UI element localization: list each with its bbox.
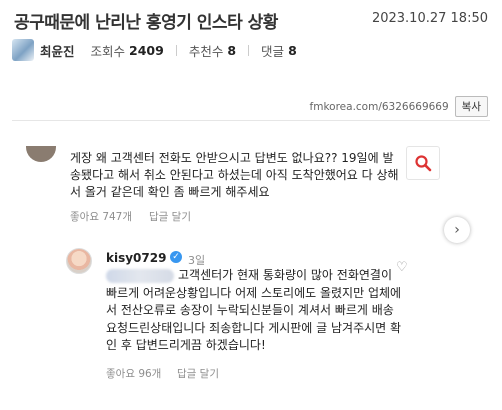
commenter-avatar [26,146,56,162]
verified-badge-icon: ✓ [170,251,182,263]
comment-reply-link: 답글 달기 [149,211,191,223]
reply-text: 고객센터가 현재 통화량이 많아 전화연결이 빠르게 어려운상황입니다 어제 스… [106,268,402,352]
comments-label: 댓글 [261,43,285,59]
comments-count: 8 [288,42,297,58]
author-name[interactable]: 최윤진 [40,41,75,60]
post-url[interactable]: fmkorea.com/6326669669 [310,101,449,113]
copy-url-button[interactable]: 복사 [454,96,488,117]
post-url-bar: fmkorea.com/6326669669 복사 [310,96,488,117]
divider [248,44,250,56]
post-title: 공구때문에 난리난 홍영기 인스타 상황 [14,13,278,33]
author-avatar[interactable] [12,39,34,61]
instagram-screenshot: 게장 왜 고객센터 전화도 안받으시고 답변도 없나요?? 19일에 발송됐다고… [14,128,488,404]
reply-avatar [66,248,92,274]
divider [175,44,177,56]
comment-text: 게장 왜 고객센터 전화도 안받으시고 답변도 없나요?? 19일에 발송됐다고… [70,151,399,199]
divider [12,120,490,121]
chevron-right-icon: › [444,217,470,243]
reply-likes: 좋아요 96개 [106,368,162,380]
reply-username: kisy0729 [106,251,167,265]
post-date: 2023.10.27 18:50 [371,11,488,26]
search-icon [415,155,432,172]
reply-time: 3일 [188,254,206,267]
search-button [406,146,440,180]
reply-reply-link: 답글 달기 [177,368,219,380]
post-meta: 최윤진 조회수 2409 추천수 8 댓글 8 [12,38,309,62]
comment-likes: 좋아요 747개 [70,211,133,223]
views-label: 조회수 [90,43,126,59]
recommend-count: 8 [227,42,237,58]
views-count: 2409 [129,42,164,58]
recommend-label: 추천수 [188,43,224,59]
heart-icon: ♡ [396,260,408,275]
